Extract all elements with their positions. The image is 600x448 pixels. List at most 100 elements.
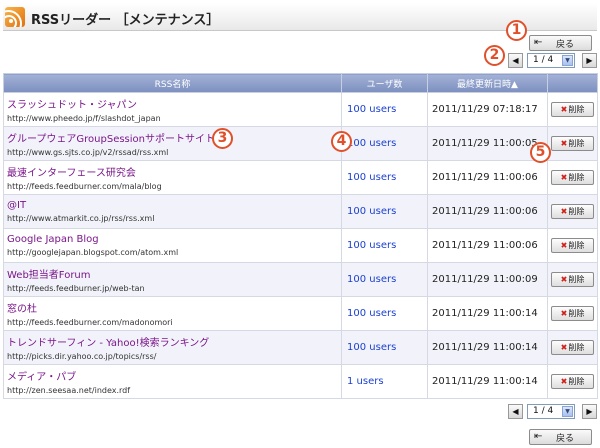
users-cell: 100 users [341,262,428,297]
users-cell: 100 users [341,330,428,365]
back-arrow-icon: ⇤ [534,431,543,442]
users-cell: 100 users [341,228,428,263]
feed-name-link[interactable]: トレンドサーフィン - Yahoo!検索ランキング [7,334,341,349]
page-select[interactable]: 1 / 4 ▼ [527,404,575,419]
page-select[interactable]: 1 / 4 ▼ [527,53,575,68]
users-link[interactable]: 100 users [347,172,396,183]
prev-page-button[interactable]: ◀ [508,404,523,419]
callout-badge-2: 2 [484,45,505,66]
table-row: 最速インターフェース研究会 http://feeds.feedburner.co… [3,160,598,195]
users-link[interactable]: 100 users [347,240,396,251]
action-cell: ✖削除 [547,194,598,229]
name-cell: メディア・パブ http://zen.seesaa.net/index.rdf [3,364,342,399]
feed-url: http://www.atmarkit.co.jp/rss/rss.xml [7,214,155,223]
close-icon: ✖ [560,343,568,352]
delete-button[interactable]: ✖削除 [551,306,594,321]
feed-url: http://picks.dir.yahoo.co.jp/topics/rss/ [7,352,157,361]
delete-button[interactable]: ✖削除 [551,238,594,253]
feed-name-link[interactable]: グループウェアGroupSessionサポートサイト [7,130,341,145]
name-cell: @IT http://www.atmarkit.co.jp/rss/rss.xm… [3,194,342,229]
action-cell: ✖削除 [547,126,598,161]
delete-button[interactable]: ✖削除 [551,340,594,355]
prev-page-button[interactable]: ◀ [508,53,523,68]
updated-cell: 2011/11/29 11:00:14 [427,296,548,331]
users-link[interactable]: 100 users [347,206,396,217]
table-row: グループウェアGroupSessionサポートサイト http://www.gs… [3,126,598,161]
feed-name-link[interactable]: Google Japan Blog [7,234,341,245]
name-cell: スラッシュドット・ジャパン http://www.pheedo.jp/f/sla… [3,92,342,127]
close-icon: ✖ [560,275,568,284]
users-link[interactable]: 100 users [347,104,396,115]
name-cell: 最速インターフェース研究会 http://feeds.feedburner.co… [3,160,342,195]
users-cell: 100 users [341,126,428,161]
col-header-action [547,73,598,93]
col-header-name[interactable]: RSS名称 [3,73,342,93]
action-cell: ✖削除 [547,228,598,263]
feed-name-link[interactable]: メディア・パブ [7,368,341,383]
back-button-bottom[interactable]: ⇤ 戻る [529,429,592,445]
feed-name-link[interactable]: @IT [7,200,341,211]
updated-cell: 2011/11/29 07:18:17 [427,92,548,127]
feed-name-link[interactable]: 窓の杜 [7,300,341,315]
table-row: Web担当者Forum http://feeds.feedburner.jp/w… [3,262,598,297]
feed-url: http://feeds.feedburner.com/mala/blog [7,182,162,191]
users-cell: 100 users [341,160,428,195]
users-cell: 100 users [341,296,428,331]
name-cell: 窓の杜 http://feeds.feedburner.com/madonomo… [3,296,342,331]
callout-badge-5: 5 [530,142,551,163]
users-cell: 100 users [341,194,428,229]
updated-cell: 2011/11/29 11:00:14 [427,330,548,365]
name-cell: Google Japan Blog http://googlejapan.blo… [3,228,342,263]
close-icon: ✖ [560,309,568,318]
delete-button[interactable]: ✖削除 [551,170,594,185]
updated-cell: 2011/11/29 11:00:06 [427,194,548,229]
page-title: RSSリーダー ［メンテナンス］ [31,13,220,28]
delete-button[interactable]: ✖削除 [551,102,594,117]
feed-url: http://www.gs.sjts.co.jp/v2/rssad/rss.xm… [7,148,169,157]
table-row: Google Japan Blog http://googlejapan.blo… [3,228,598,263]
feed-name-link[interactable]: スラッシュドット・ジャパン [7,96,341,111]
users-link[interactable]: 1 users [347,376,384,387]
back-arrow-icon: ⇤ [534,37,543,48]
close-icon: ✖ [560,139,568,148]
close-icon: ✖ [560,207,568,216]
name-cell: Web担当者Forum http://feeds.feedburner.jp/w… [3,262,342,297]
close-icon: ✖ [560,241,568,250]
action-cell: ✖削除 [547,92,598,127]
table-row: @IT http://www.atmarkit.co.jp/rss/rss.xm… [3,194,598,229]
next-page-button[interactable]: ▶ [582,53,597,68]
feed-url: http://zen.seesaa.net/index.rdf [7,386,131,395]
delete-button[interactable]: ✖削除 [551,204,594,219]
close-icon: ✖ [560,173,568,182]
callout-badge-4: 4 [331,131,352,152]
action-cell: ✖削除 [547,330,598,365]
next-page-button[interactable]: ▶ [582,404,597,419]
table-row: トレンドサーフィン - Yahoo!検索ランキング http://picks.d… [3,330,598,365]
users-link[interactable]: 100 users [347,342,396,353]
table-header-row: RSS名称 ユーザ数 最終更新日時▲ [3,73,598,93]
users-link[interactable]: 100 users [347,308,396,319]
delete-button[interactable]: ✖削除 [551,272,594,287]
updated-cell: 2011/11/29 11:00:09 [427,262,548,297]
feed-url: http://feeds.feedburner.com/madonomori [7,318,173,327]
col-header-updated[interactable]: 最終更新日時▲ [427,73,548,93]
updated-cell: 2011/11/29 11:00:06 [427,228,548,263]
action-cell: ✖削除 [547,296,598,331]
delete-button[interactable]: ✖削除 [551,136,594,151]
users-link[interactable]: 100 users [347,274,396,285]
back-button-top[interactable]: ⇤ 戻る [529,35,592,51]
name-cell: グループウェアGroupSessionサポートサイト http://www.gs… [3,126,342,161]
updated-cell: 2011/11/29 11:00:14 [427,364,548,399]
col-header-users[interactable]: ユーザ数 [341,73,428,93]
callout-badge-3: 3 [212,128,233,149]
table-row: スラッシュドット・ジャパン http://www.pheedo.jp/f/sla… [3,92,598,127]
feed-name-link[interactable]: Web担当者Forum [7,266,341,281]
users-link[interactable]: 100 users [347,138,396,149]
action-cell: ✖削除 [547,160,598,195]
action-cell: ✖削除 [547,364,598,399]
delete-button[interactable]: ✖削除 [551,374,594,389]
chevron-down-icon: ▼ [562,406,573,417]
feed-url: http://googlejapan.blogspot.com/atom.xml [7,248,179,257]
feed-url: http://feeds.feedburner.jp/web-tan [7,284,145,293]
feed-name-link[interactable]: 最速インターフェース研究会 [7,164,341,179]
